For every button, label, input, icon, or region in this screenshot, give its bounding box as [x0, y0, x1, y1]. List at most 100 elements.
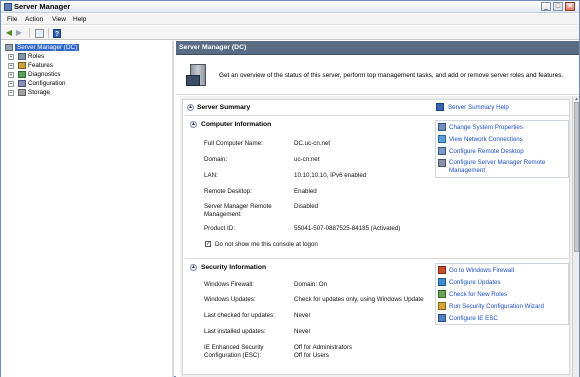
field-value: Off for Administrators Off for Users — [294, 344, 352, 359]
view-network-connections-link[interactable]: View Network Connections — [449, 136, 523, 143]
server-summary-title: Server Summary — [197, 104, 251, 111]
remote-management-icon — [438, 159, 446, 167]
show-hide-console-tree-icon[interactable] — [35, 29, 44, 38]
security-tasks-box: Go to Windows Firewall Configure Updates… — [435, 263, 569, 325]
change-system-properties-link[interactable]: Change System Properties — [449, 124, 523, 131]
features-icon — [18, 62, 26, 69]
field-value: Enabled — [294, 188, 317, 195]
maximize-button[interactable]: □ — [553, 2, 563, 11]
ie-esc-icon — [438, 314, 446, 322]
firewall-icon — [438, 266, 446, 274]
storage-icon — [18, 89, 26, 96]
field-label: Last installed updates: — [204, 328, 266, 335]
tree-item-label: Features — [28, 62, 53, 69]
content-pane: Server Manager (DC) Get an overview of t… — [176, 41, 579, 377]
summary-scroll-area: ▲ Server Summary Server Summary Help ▲ C… — [180, 96, 572, 377]
collapse-icon[interactable]: ▲ — [190, 121, 197, 128]
field-label: Windows Updates: — [204, 296, 256, 303]
do-not-show-checkbox[interactable]: ✓ — [205, 241, 211, 247]
network-connections-icon — [438, 135, 446, 143]
help-icon[interactable]: ? — [53, 29, 61, 38]
collapse-icon[interactable]: ▲ — [190, 264, 197, 271]
window-title: Server Manager — [14, 2, 71, 11]
title-bar[interactable]: Server Manager _ □ × — [1, 1, 579, 13]
field-label: LAN: — [204, 172, 218, 179]
computer-tasks-box: Change System Properties View Network Co… — [435, 120, 569, 178]
server-manager-app-icon — [4, 3, 12, 11]
roles-icon — [18, 53, 26, 60]
content-header-title: Server Manager (DC) — [179, 44, 247, 51]
tree-item-label: Storage — [28, 89, 51, 96]
go-to-windows-firewall-link[interactable]: Go to Windows Firewall — [449, 267, 514, 274]
server-summary-help-link[interactable]: Server Summary Help — [448, 104, 509, 111]
field-value: DC.uc-cn.net — [294, 140, 331, 147]
field-label: Full Computer Name: — [204, 140, 263, 147]
do-not-show-label: Do not show me this console at logon — [215, 241, 318, 248]
configure-updates-link[interactable]: Configure Updates — [449, 279, 501, 286]
tree-item-label: Server Manager (DC) — [15, 44, 80, 51]
configure-remote-management-link[interactable]: Configure Server Manager Remote Manageme… — [449, 159, 567, 175]
section-divider — [185, 258, 569, 259]
field-label: Product ID: — [204, 225, 235, 232]
server-manager-large-icon — [186, 61, 212, 90]
menu-view[interactable]: View — [52, 16, 66, 23]
expand-icon[interactable]: + — [8, 54, 14, 60]
collapse-icon[interactable]: ▲ — [187, 104, 194, 111]
server-summary-section: ▲ Server Summary Server Summary Help ▲ C… — [182, 99, 570, 375]
server-manager-window: Server Manager _ □ × File Action View He… — [0, 0, 580, 377]
vertical-scrollbar[interactable]: ▲ — [572, 96, 579, 377]
section-divider — [185, 115, 569, 116]
menu-help[interactable]: Help — [73, 16, 86, 23]
expand-icon[interactable]: + — [8, 81, 14, 87]
windows-update-icon — [438, 278, 446, 286]
close-button[interactable]: × — [565, 2, 575, 11]
tree-item-label: Roles — [28, 53, 45, 60]
menu-file[interactable]: File — [7, 16, 17, 23]
security-information-title: Security Information — [201, 264, 267, 271]
menu-bar: File Action View Help — [1, 14, 579, 25]
console-tree: Server Manager (DC) + Roles + Features +… — [1, 41, 174, 377]
check-for-new-roles-link[interactable]: Check for New Roles — [449, 291, 507, 298]
toolbar-separator — [48, 28, 49, 38]
intro-banner: Get an overview of the status of this se… — [176, 56, 579, 95]
scroll-up-arrow-icon[interactable]: ▲ — [574, 96, 579, 101]
expand-icon[interactable]: + — [8, 72, 14, 78]
toolbar: ◀ ▶ ? — [1, 26, 579, 40]
intro-text: Get an overview of the status of this se… — [219, 72, 564, 79]
field-value: Check for updates only, using Windows Up… — [294, 296, 424, 303]
check-roles-icon — [438, 290, 446, 298]
back-arrow-icon[interactable]: ◀ — [4, 28, 14, 38]
field-value: 10.10.10.10, IPv6 enabled — [294, 172, 367, 179]
help-book-icon — [436, 103, 444, 111]
forward-arrow-icon[interactable]: ▶ — [14, 28, 24, 38]
configure-ie-esc-link[interactable]: Configure IE ESC — [449, 315, 498, 322]
configure-remote-desktop-link[interactable]: Configure Remote Desktop — [449, 148, 524, 155]
toolbar-separator — [29, 28, 30, 38]
field-value: Never — [294, 312, 311, 319]
configuration-icon — [18, 80, 26, 87]
tree-item-label: Diagnostics — [28, 71, 61, 78]
security-wizard-icon — [438, 302, 446, 310]
server-icon — [5, 44, 13, 51]
field-value: Domain: On — [294, 281, 328, 288]
scrollbar-thumb[interactable] — [574, 102, 579, 252]
menu-action[interactable]: Action — [25, 16, 43, 23]
field-value: uc-cn.net — [294, 156, 320, 163]
field-label: Server Manager Remote Management: — [204, 203, 272, 218]
field-label: Last checked for updates: — [204, 312, 275, 319]
field-value: 55041-507-0887525-84185 (Activated) — [294, 225, 401, 232]
content-header: Server Manager (DC) — [176, 41, 579, 55]
field-label: Windows Firewall: — [204, 281, 254, 288]
expand-icon[interactable]: + — [8, 63, 14, 69]
tree-item-label: Configuration — [28, 80, 66, 87]
run-security-configuration-wizard-link[interactable]: Run Security Configuration Wizard — [449, 303, 544, 310]
field-label: IE Enhanced Security Configuration (ESC)… — [204, 344, 264, 359]
field-value: Never — [294, 328, 311, 335]
expand-icon[interactable]: + — [8, 90, 14, 96]
diagnostics-icon — [18, 71, 26, 78]
remote-desktop-icon — [438, 147, 446, 155]
field-label: Remote Desktop: — [204, 188, 252, 195]
field-label: Domain: — [204, 156, 228, 163]
minimize-button[interactable]: _ — [541, 2, 551, 11]
system-properties-icon — [438, 123, 446, 131]
